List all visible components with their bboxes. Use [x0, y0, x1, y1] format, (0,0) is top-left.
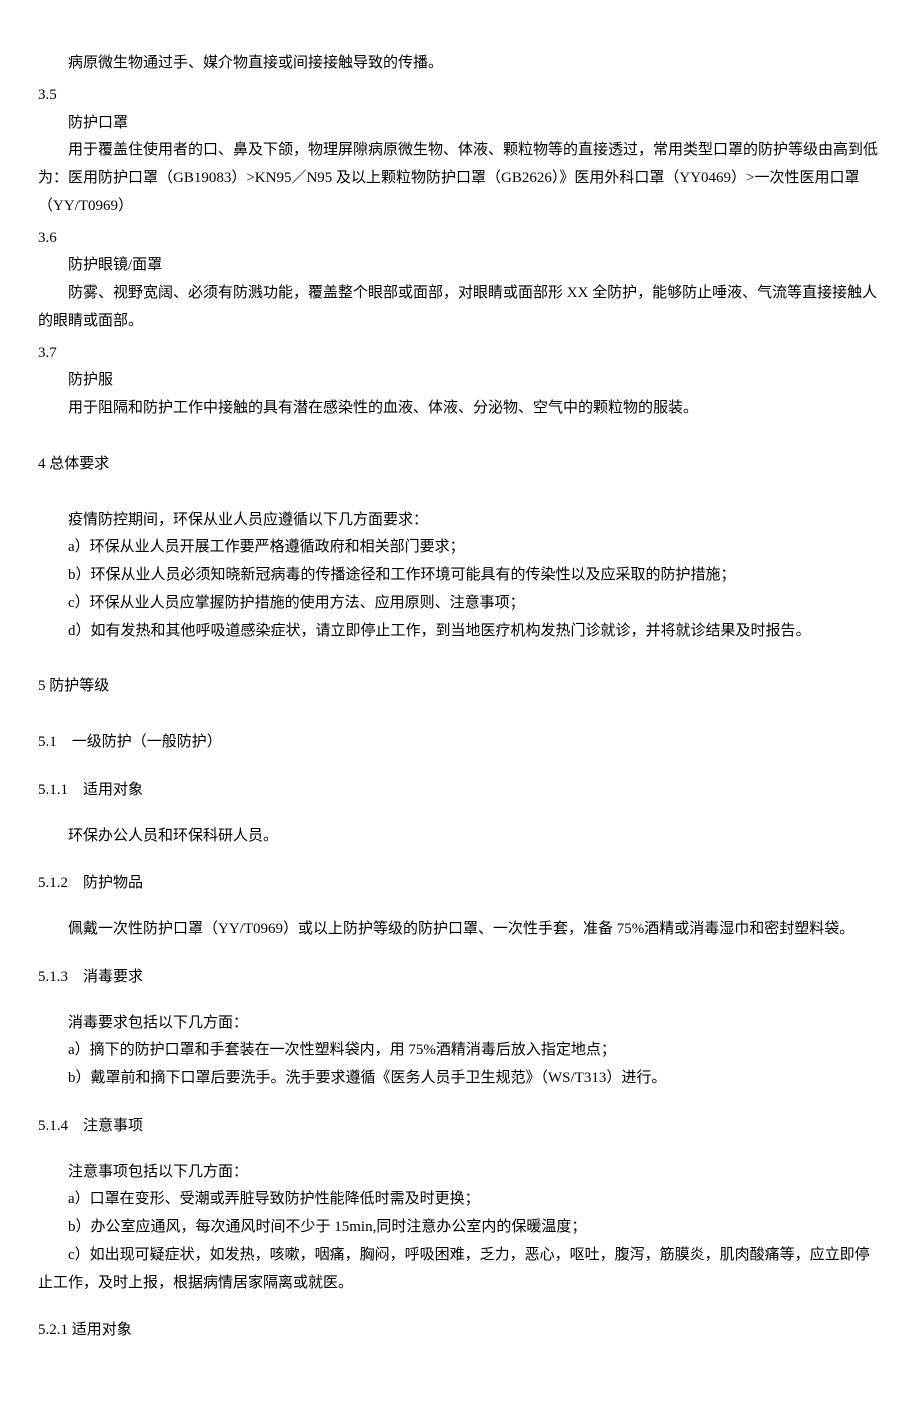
section-3-7-num: 3.7 [38, 340, 882, 368]
section-5-1-3-item-b: b）戴罩前和摘下口罩后要洗手。洗手要求遵循《医务人员手卫生规范》（WS/T313… [38, 1065, 882, 1093]
section-4-item-d: d）如有发热和其他呼吸道感染症状，请立即停止工作，到当地医疗机构发热门诊就诊，并… [38, 618, 882, 646]
section-5-2-1-heading: 5.2.1 适用对象 [38, 1317, 882, 1345]
section-5-1-heading: 5.1 一级防护（一般防护） [38, 729, 882, 757]
section-3-5-body: 用于覆盖住使用者的口、鼻及下颌，物理屏隙病原微生物、体液、颗粒物等的直接透过，常… [38, 137, 882, 220]
section-4-item-a: a）环保从业人员开展工作要严格遵循政府和相关部门要求； [38, 534, 882, 562]
section-5-1-4-item-c: c）如出现可疑症状，如发热，咳嗽，咽痛，胸闷，呼吸困难，乏力，恶心，呕吐，腹泻，… [38, 1242, 882, 1298]
section-3-5-num: 3.5 [38, 82, 882, 110]
section-5-1-2-heading: 5.1.2 防护物品 [38, 870, 882, 898]
section-3-5-title: 防护口罩 [38, 110, 882, 138]
section-5-1-4-intro: 注意事项包括以下几方面： [38, 1159, 882, 1187]
section-3-7-title: 防护服 [38, 367, 882, 395]
para-3-4-body: 病原微生物通过手、媒介物直接或间接接触导致的传播。 [38, 50, 882, 78]
section-5-1-3-item-a: a）摘下的防护口罩和手套装在一次性塑料袋内，用 75%酒精消毒后放入指定地点； [38, 1037, 882, 1065]
section-5-1-4-item-b: b）办公室应通风，每次通风时间不少于 15min,同时注意办公室内的保暖温度； [38, 1214, 882, 1242]
section-4-item-c: c）环保从业人员应掌握防护措施的使用方法、应用原则、注意事项； [38, 590, 882, 618]
section-4-intro: 疫情防控期间，环保从业人员应遵循以下几方面要求： [38, 507, 882, 535]
section-3-7-body: 用于阻隔和防护工作中接触的具有潜在感染性的血液、体液、分泌物、空气中的颗粒物的服… [38, 395, 882, 423]
section-5-1-4-heading: 5.1.4 注意事项 [38, 1113, 882, 1141]
section-5-1-2-body: 佩戴一次性防护口罩（YY/T0969）或以上防护等级的防护口罩、一次性手套，准备… [38, 916, 882, 944]
section-4-item-b: b）环保从业人员必须知晓新冠病毒的传播途径和工作环境可能具有的传染性以及应采取的… [38, 562, 882, 590]
section-3-6-body: 防雾、视野宽阔、必须有防溅功能，覆盖整个眼部或面部，对眼睛或面部形 XX 全防护… [38, 280, 882, 336]
section-5-heading: 5 防护等级 [38, 673, 882, 701]
section-5-1-1-body: 环保办公人员和环保科研人员。 [38, 823, 882, 851]
section-4-heading: 4 总体要求 [38, 451, 882, 479]
section-5-1-4-item-a: a）口罩在变形、受潮或弄脏导致防护性能降低时需及时更换； [38, 1186, 882, 1214]
section-3-6-title: 防护眼镜/面罩 [38, 252, 882, 280]
section-5-1-1-heading: 5.1.1 适用对象 [38, 777, 882, 805]
section-5-1-3-intro: 消毒要求包括以下几方面： [38, 1010, 882, 1038]
section-5-1-3-heading: 5.1.3 消毒要求 [38, 964, 882, 992]
section-3-6-num: 3.6 [38, 225, 882, 253]
